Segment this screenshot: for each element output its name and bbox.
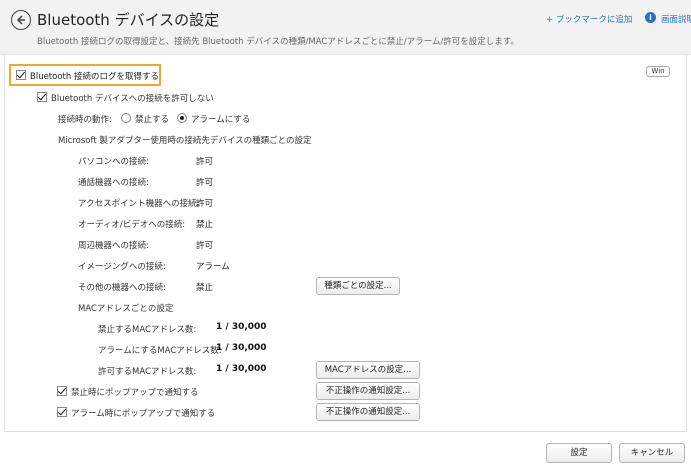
device-type-label: 周辺機器への接続: (78, 241, 149, 251)
footer-divider (4, 431, 687, 432)
type-settings-button[interactable]: 種類ごとの設定... (316, 277, 400, 295)
popup-prohibit-label: 禁止時にポップアップで通知する (71, 388, 199, 398)
device-type-value: アラーム (196, 262, 230, 272)
device-type-value: 禁止 (196, 283, 214, 293)
mac-settings-button[interactable]: MACアドレスの設定... (316, 361, 420, 379)
popup-alarm-label: アラーム時にポップアップで通知する (71, 409, 216, 419)
device-type-value: 許可 (196, 199, 214, 209)
disallow-checkbox-label: Bluetooth デバイスへの接続を許可しない (51, 94, 214, 104)
cancel-button[interactable]: キャンセル (619, 443, 685, 463)
content-border-right (686, 55, 687, 431)
mac-count-label: 禁止するMACアドレス数: (98, 325, 197, 335)
page-title: Bluetooth デバイスの設定 (37, 11, 220, 29)
device-type-label: アクセスポイント機器への接続: (78, 199, 200, 209)
mac-count-value: 1 / 30,000 (216, 343, 267, 353)
device-type-label: イメージングへの接続: (78, 262, 166, 272)
device-type-label: オーディオ/ビデオへの接続: (78, 220, 186, 230)
mac-count-value: 1 / 30,000 (216, 322, 267, 332)
bookmark-link[interactable]: + ブックマークに追加 (546, 13, 632, 25)
mac-count-label: 許可するMACアドレス数: (98, 367, 197, 377)
popup-prohibit-checkbox[interactable] (57, 386, 67, 396)
page-subtitle: Bluetooth 接続ログの取得設定と、接続先 Bluetooth デバイスの… (37, 37, 519, 47)
page-header: Bluetooth デバイスの設定 Bluetooth 接続ログの取得設定と、接… (0, 0, 691, 55)
notify-settings-button[interactable]: 不正操作の通知設定... (316, 382, 420, 400)
device-type-label: その他の機器への接続: (78, 283, 166, 293)
help-link[interactable]: 画面説明 (661, 13, 691, 25)
disallow-checkbox[interactable] (37, 92, 47, 102)
device-type-value: 禁止 (196, 220, 214, 230)
log-checkbox[interactable] (16, 70, 26, 80)
os-badge: Win (646, 66, 670, 77)
action-label: 接続時の動作: (58, 115, 112, 125)
back-icon[interactable] (11, 10, 31, 30)
log-checkbox-label: Bluetooth 接続のログを取得する (30, 72, 159, 82)
mac-count-value: 1 / 30,000 (216, 364, 267, 374)
content-border-left (4, 55, 5, 431)
radio-prohibit[interactable] (121, 113, 131, 123)
adapter-section-title: Microsoft 製アダプター使用時の接続先デバイスの種類ごとの設定 (58, 136, 312, 146)
device-type-value: 許可 (196, 241, 214, 251)
device-type-label: 通話機器への接続: (78, 178, 149, 188)
notify-settings-button[interactable]: 不正操作の通知設定... (316, 403, 420, 421)
device-type-value: 許可 (196, 157, 214, 167)
popup-alarm-checkbox[interactable] (57, 407, 67, 417)
radio-prohibit-label: 禁止する (135, 115, 170, 125)
mac-count-label: アラームにするMACアドレス数: (98, 346, 222, 356)
radio-alarm[interactable] (177, 113, 187, 123)
device-type-value: 許可 (196, 178, 214, 188)
radio-alarm-label: アラームにする (191, 115, 251, 125)
ok-button[interactable]: 設定 (546, 443, 612, 463)
info-icon[interactable]: i (645, 12, 656, 23)
device-type-label: パソコンへの接続: (78, 157, 149, 167)
mac-section-title: MACアドレスごとの設定 (78, 304, 174, 314)
